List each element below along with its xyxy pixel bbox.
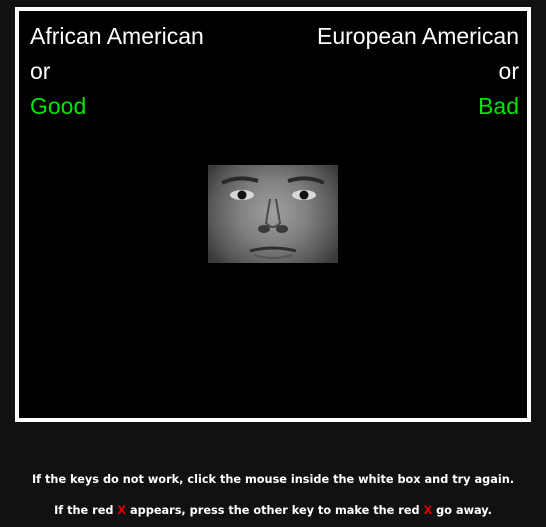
instruction-line-2: If the red X appears, press the other ke… [0,504,546,517]
left-category-bottom-label: Good [30,93,87,119]
instruction-line-2-part-1: If the red [54,504,118,517]
task-box[interactable]: African American European American or or… [15,7,531,422]
right-category-bottom-label: Bad [478,93,519,119]
left-category-top-label: African American [30,23,204,49]
right-or-label: or [498,58,519,84]
iat-page: African American European American or or… [0,0,546,527]
left-or-label: or [30,58,51,84]
face-stimulus-image [208,165,338,263]
red-x-symbol-2: X [423,504,433,517]
instruction-line-2-part-3: go away. [432,504,492,517]
red-x-symbol: X [117,504,127,517]
instruction-line-2-part-2: appears, press the other key to make the… [126,504,424,517]
right-category-top-label: European American [316,23,519,49]
instruction-line-1: If the keys do not work, click the mouse… [31,473,515,486]
face-photo-icon [221,176,325,259]
